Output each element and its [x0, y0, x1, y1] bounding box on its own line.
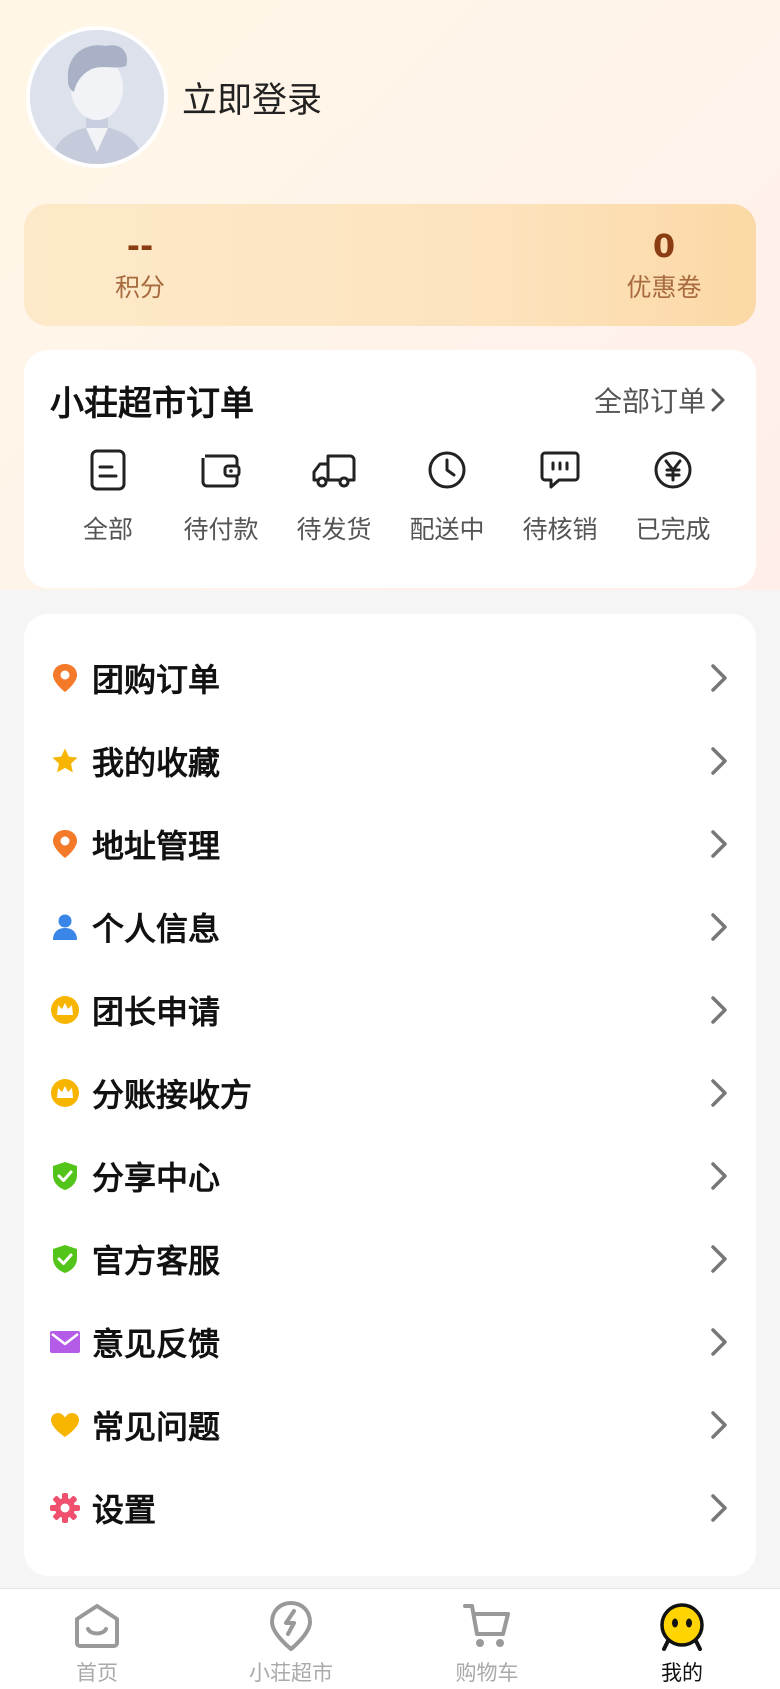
chevron-right-icon — [711, 996, 727, 1024]
tab-label: 首页 — [76, 1661, 118, 1685]
points-label: 积分 — [114, 273, 165, 302]
tab-mine[interactable]: 我的 — [607, 1589, 757, 1687]
person-icon — [53, 914, 77, 940]
chevron-right-icon — [711, 1162, 727, 1190]
avatar-placeholder-icon — [30, 30, 164, 164]
menu-item-share-center[interactable]: 分享中心 — [24, 1134, 756, 1218]
points-card: -- 积分 0 优惠卷 — [24, 204, 756, 326]
menu-item-label: 个人信息 — [92, 910, 221, 948]
tab-cart[interactable]: 购物车 — [412, 1589, 562, 1687]
heart-icon — [51, 1413, 79, 1437]
order-status-label: 配送中 — [409, 515, 485, 544]
order-status-label: 待核销 — [522, 515, 598, 544]
tab-label: 小荘超市 — [249, 1661, 333, 1685]
coupons-label: 优惠卷 — [626, 273, 702, 302]
orders-title: 小荘超市订单 — [50, 384, 254, 424]
login-link[interactable]: 立即登录 — [182, 72, 322, 123]
order-status-label: 待付款 — [183, 515, 259, 544]
menu-item-feedback[interactable]: 意见反馈 — [24, 1300, 756, 1384]
chevron-right-icon — [711, 1079, 727, 1107]
lightning-icon — [270, 1601, 312, 1651]
tab-home[interactable]: 首页 — [22, 1589, 172, 1687]
menu-item-split-receiver[interactable]: 分账接收方 — [24, 1051, 756, 1135]
crown-icon — [51, 1079, 79, 1107]
menu-item-leader-application[interactable]: 团长申请 — [24, 968, 756, 1052]
avatar[interactable] — [26, 26, 168, 168]
shield-check-icon — [53, 1162, 77, 1190]
order-status-delivering[interactable]: 配送中 — [387, 444, 507, 546]
menu-item-label: 设置 — [92, 1491, 157, 1529]
tab-label: 我的 — [661, 1661, 703, 1685]
menu-item-label: 分账接收方 — [92, 1076, 253, 1114]
yen-icon — [654, 451, 692, 489]
home-face-icon — [75, 1604, 119, 1648]
coupons-value: 0 — [652, 227, 676, 265]
profile-section[interactable]: 立即登录 — [26, 26, 322, 168]
points-value: -- — [126, 227, 154, 265]
chevron-right-icon — [711, 1245, 727, 1273]
document-icon — [90, 449, 126, 491]
all-orders-link[interactable]: 全部订单 — [594, 380, 726, 420]
chevron-right-icon — [711, 1494, 727, 1522]
clock-icon — [428, 451, 466, 489]
order-status-label: 已完成 — [635, 515, 711, 544]
menu-item-label: 地址管理 — [92, 827, 221, 865]
chevron-right-icon — [711, 664, 727, 692]
menu-item-label: 官方客服 — [92, 1242, 221, 1280]
order-status-pending-verification[interactable]: 待核销 — [500, 444, 620, 546]
order-status-label: 待发货 — [296, 515, 372, 544]
menu-item-customer-service[interactable]: 官方客服 — [24, 1217, 756, 1301]
order-status-label: 全部 — [82, 515, 133, 544]
location-pin-icon — [53, 664, 77, 692]
menu-item-label: 我的收藏 — [92, 744, 221, 782]
order-status-completed[interactable]: 已完成 — [613, 444, 733, 546]
chat-icon — [540, 451, 580, 489]
menu-item-group-orders[interactable]: 团购订单 — [24, 636, 756, 720]
menu-item-settings[interactable]: 设置 — [24, 1466, 756, 1550]
menu-item-address[interactable]: 地址管理 — [24, 802, 756, 886]
bottom-tab-bar: 首页 小荘超市 购物车 我的 — [0, 1588, 780, 1689]
menu-item-label: 分享中心 — [92, 1159, 221, 1197]
chevron-right-icon — [711, 388, 725, 412]
gear-icon — [50, 1493, 80, 1523]
chevron-right-icon — [711, 1411, 727, 1439]
order-status-pending-payment[interactable]: 待付款 — [161, 444, 281, 546]
crown-icon — [51, 996, 79, 1024]
menu-item-label: 常见问题 — [92, 1408, 221, 1446]
smiley-icon — [660, 1603, 704, 1651]
order-status-all[interactable]: 全部 — [48, 444, 168, 546]
location-pin-icon — [53, 830, 77, 858]
menu-item-faq[interactable]: 常见问题 — [24, 1383, 756, 1467]
mail-icon — [50, 1331, 80, 1353]
cart-icon — [463, 1604, 510, 1647]
orders-card: 小荘超市订单 全部订单 全部 待付款 待发货 配送中 待核销 已完成 — [24, 350, 756, 588]
all-orders-label: 全部订单 — [593, 385, 706, 418]
menu-card: 团购订单 我的收藏 地址管理 个人信息 团长申请 分账接收方 分享中心 官方客服 — [24, 614, 756, 1576]
truck-icon — [312, 454, 356, 488]
menu-item-personal-info[interactable]: 个人信息 — [24, 885, 756, 969]
shield-check-icon — [53, 1245, 77, 1273]
points-stat[interactable]: -- 积分 — [70, 226, 210, 304]
menu-item-label: 团购订单 — [92, 661, 221, 699]
tab-label: 购物车 — [455, 1661, 519, 1685]
menu-item-label: 团长申请 — [92, 993, 221, 1031]
coupons-stat[interactable]: 0 优惠卷 — [594, 226, 734, 304]
star-icon — [52, 748, 78, 773]
menu-item-label: 意见反馈 — [92, 1325, 221, 1363]
order-status-pending-shipment[interactable]: 待发货 — [274, 444, 394, 546]
chevron-right-icon — [711, 913, 727, 941]
chevron-right-icon — [711, 830, 727, 858]
menu-item-favorites[interactable]: 我的收藏 — [24, 719, 756, 803]
chevron-right-icon — [711, 1328, 727, 1356]
tab-supermarket[interactable]: 小荘超市 — [216, 1589, 366, 1687]
chevron-right-icon — [711, 747, 727, 775]
wallet-icon — [201, 454, 241, 488]
